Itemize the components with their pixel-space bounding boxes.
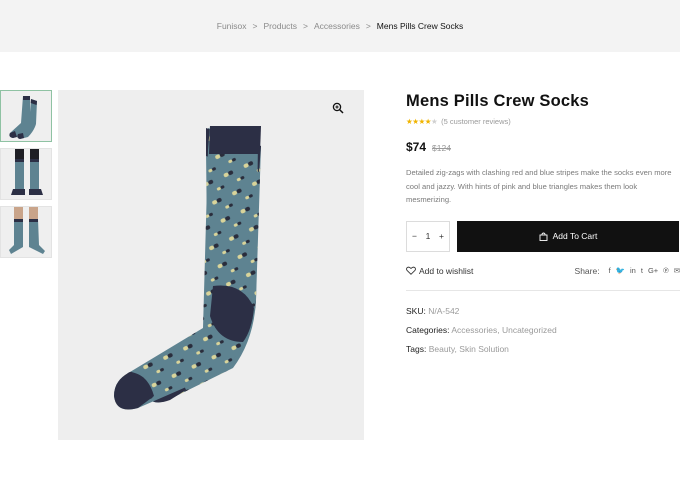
breadcrumb-separator: > bbox=[365, 21, 371, 31]
add-to-cart-row: − 1 + Add To Cart bbox=[406, 220, 680, 252]
heart-icon bbox=[406, 266, 416, 275]
star-empty-icon: ★ bbox=[430, 117, 438, 126]
categories-label: Categories: bbox=[406, 324, 450, 335]
tag-link-skin-solution[interactable]: Skin Solution bbox=[459, 344, 509, 354]
reviews-link[interactable]: (5 customer reviews) bbox=[441, 117, 511, 126]
twitter-icon[interactable]: 🐦 bbox=[616, 266, 625, 275]
facebook-icon[interactable]: f bbox=[609, 266, 611, 275]
thumbnail-socks-worn-side[interactable] bbox=[0, 206, 52, 258]
share-label: Share: bbox=[574, 265, 600, 276]
product-info: Mens Pills Crew Socks ★★★★★ (5 customer … bbox=[406, 90, 680, 363]
breadcrumb-link-accessories[interactable]: Accessories bbox=[314, 21, 360, 31]
sku-value: N/A-542 bbox=[428, 305, 460, 316]
product-title: Mens Pills Crew Socks bbox=[406, 92, 590, 110]
share-links: Share: f 🐦 in t G+ ℗ ✉ bbox=[575, 266, 680, 276]
breadcrumb-separator: > bbox=[252, 21, 258, 31]
tag-link-beauty[interactable]: Beauty bbox=[429, 344, 455, 354]
wishlist-button[interactable]: Add to wishlist bbox=[406, 266, 473, 276]
breadcrumb-current: Mens Pills Crew Socks bbox=[376, 21, 464, 31]
old-price: $124 bbox=[432, 143, 451, 153]
rating-row: ★★★★★ (5 customer reviews) bbox=[406, 117, 680, 126]
categories-row: Categories: Accessories, Uncategorized bbox=[406, 325, 680, 335]
category-link-uncategorized[interactable]: Uncategorized bbox=[502, 325, 557, 335]
email-icon[interactable]: ✉ bbox=[674, 266, 680, 275]
pinterest-icon[interactable]: ℗ bbox=[663, 266, 669, 275]
thumbnail-list bbox=[0, 90, 54, 264]
add-to-cart-label: Add To Cart bbox=[552, 231, 598, 241]
category-link-accessories[interactable]: Accessories bbox=[451, 325, 497, 335]
divider bbox=[406, 289, 680, 291]
list-comma: , bbox=[454, 343, 457, 354]
sku-label: SKU: bbox=[406, 305, 426, 316]
breadcrumb-link-products[interactable]: Products bbox=[263, 21, 297, 31]
wishlist-label: Add to wishlist bbox=[419, 265, 474, 276]
action-row: Add to wishlist Share: f 🐦 in t G+ ℗ ✉ bbox=[406, 266, 680, 276]
breadcrumb: Funisox > Products > Accessories > Mens … bbox=[0, 0, 680, 52]
breadcrumb-separator: > bbox=[303, 21, 308, 31]
add-to-cart-button[interactable]: Add To Cart bbox=[457, 220, 679, 252]
quantity-stepper: − 1 + bbox=[406, 220, 450, 252]
product-description: Detailed zig-zags with clashing red and … bbox=[406, 168, 672, 204]
tags-row: Tags: Beauty, Skin Solution bbox=[406, 344, 680, 354]
linkedin-icon[interactable]: in bbox=[630, 266, 636, 275]
tumblr-icon[interactable]: t bbox=[641, 266, 643, 275]
qty-value[interactable]: 1 bbox=[426, 231, 431, 241]
qty-decrease-button[interactable]: − bbox=[412, 231, 417, 241]
qty-increase-button[interactable]: + bbox=[439, 231, 444, 241]
price: $74 $124 bbox=[406, 140, 680, 154]
shopping-bag-icon bbox=[539, 232, 548, 241]
google-plus-icon[interactable]: G+ bbox=[648, 266, 658, 275]
thumbnail-socks-worn-front[interactable] bbox=[0, 148, 52, 200]
socks-illustration bbox=[114, 126, 261, 410]
list-comma: , bbox=[497, 324, 500, 335]
tags-label: Tags: bbox=[406, 343, 427, 354]
zoom-in-icon[interactable] bbox=[332, 102, 344, 114]
sku-row: SKU: N/A-542 bbox=[406, 306, 680, 316]
breadcrumb-link-home[interactable]: Funisox bbox=[217, 21, 247, 31]
product-main-image[interactable] bbox=[58, 90, 364, 440]
thumbnail-socks-flat[interactable] bbox=[0, 90, 52, 142]
current-price: $74 bbox=[406, 140, 427, 154]
star-rating: ★★★★★ bbox=[406, 117, 438, 126]
product-meta: SKU: N/A-542 Categories: Accessories, Un… bbox=[406, 306, 680, 354]
